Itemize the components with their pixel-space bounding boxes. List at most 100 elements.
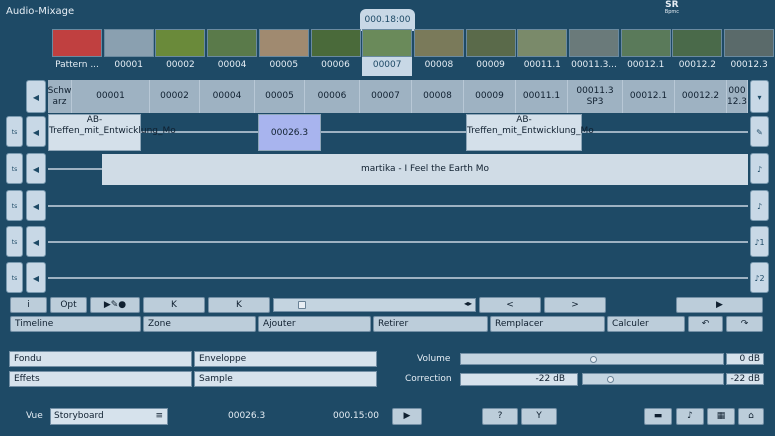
thumbnail-image <box>258 29 309 57</box>
thumbnail-label: 00012.3 <box>730 60 768 70</box>
retirer-button[interactable]: Retirer <box>373 316 488 332</box>
storyboard-cell[interactable]: 00002 <box>150 80 200 113</box>
thumbnail[interactable]: 00012.2 <box>672 29 723 76</box>
effets-button[interactable]: Effets <box>9 371 192 387</box>
audio-icon[interactable]: ♪ <box>676 408 704 425</box>
tool-button[interactable]: Y <box>521 408 557 425</box>
remplacer-button[interactable]: Remplacer <box>490 316 605 332</box>
thumbnail-image <box>362 29 413 57</box>
volume-slider[interactable] <box>460 353 724 365</box>
track-side-button[interactable]: ✎ <box>750 116 769 147</box>
step-right-button[interactable]: > <box>544 297 606 313</box>
correction-left-value: -22 dB <box>460 373 578 386</box>
storyboard-cell[interactable]: 00005 <box>255 80 305 113</box>
thumbnail[interactable]: 00001 <box>103 29 154 76</box>
speaker-icon[interactable]: ◀ <box>26 153 46 184</box>
track-lock-button[interactable]: ts <box>6 190 23 221</box>
opt-button[interactable]: Opt <box>50 297 87 313</box>
storyboard-cell[interactable]: 000 12.3 <box>727 80 748 113</box>
thumbnail[interactable]: 00004 <box>207 29 258 76</box>
thumbnail-image <box>569 29 619 57</box>
play-record-button[interactable]: ▶✎● <box>90 297 140 313</box>
step-left-button[interactable]: < <box>479 297 541 313</box>
storyboard-cell[interactable]: 00004 <box>200 80 255 113</box>
undo-button[interactable]: ↶ <box>688 316 723 332</box>
track-lock-button[interactable]: ts <box>6 226 23 257</box>
storyboard-cell[interactable]: 00008 <box>412 80 464 113</box>
prev-cut-button[interactable]: K <box>143 297 205 313</box>
position-slider[interactable]: ◂▸ <box>273 298 476 312</box>
info-button[interactable]: i <box>10 297 47 313</box>
thumbnail-image <box>207 29 258 57</box>
sample-button[interactable]: Sample <box>194 371 377 387</box>
track-line <box>48 241 748 243</box>
storyboard-cell[interactable]: 00012.2 <box>675 80 727 113</box>
storyboard-cell[interactable]: 00001 <box>72 80 150 113</box>
thumbnail-label: 00011.3... <box>571 60 617 70</box>
enveloppe-button[interactable]: Enveloppe <box>194 351 377 367</box>
music-clip[interactable]: martika - I Feel the Earth Mo <box>102 154 748 185</box>
correction-knob[interactable] <box>606 376 614 383</box>
speaker-icon[interactable]: ◀ <box>26 226 46 257</box>
thumbnail-strip: Pattern ... 00001 00002 00004 00005 00006 0000… <box>0 29 775 76</box>
next-cut-button[interactable]: K <box>208 297 270 313</box>
thumbnail[interactable]: 00007 <box>362 29 413 76</box>
video-icon[interactable]: ▬ <box>644 408 672 425</box>
film-icon[interactable]: ▦ <box>707 408 735 425</box>
storyboard-cell[interactable]: 00011.3 SP3 <box>568 80 623 113</box>
volume-knob[interactable] <box>590 356 597 363</box>
storyboard-cell[interactable]: 00011.1 <box>516 80 568 113</box>
timeline-button[interactable]: Timeline <box>10 316 141 332</box>
thumbnail-image <box>413 29 464 57</box>
thumbnail-image <box>103 29 154 57</box>
thumbnail[interactable]: 00011.3... <box>569 29 619 76</box>
thumbnail[interactable]: 00012.3 <box>724 29 775 76</box>
play-button[interactable]: ▶ <box>676 297 763 313</box>
track-side-button[interactable]: ♪2 <box>750 262 769 293</box>
track-side-button[interactable]: ♪ <box>750 190 769 221</box>
position-knob[interactable] <box>298 301 306 309</box>
thumbnail[interactable]: 00006 <box>310 29 361 76</box>
thumbnail[interactable]: 00012.1 <box>620 29 671 76</box>
thumbnail-label: 00007 <box>372 60 402 70</box>
thumbnail[interactable]: 00011.1 <box>517 29 568 76</box>
thumbnail[interactable]: 00009 <box>465 29 516 76</box>
speaker-icon[interactable]: ◀ <box>26 80 46 113</box>
zone-button[interactable]: Zone <box>143 316 256 332</box>
track-line <box>48 205 748 207</box>
thumbnail[interactable]: 00002 <box>155 29 206 76</box>
vue-select[interactable]: Storyboard ≡ <box>50 408 168 425</box>
clip-name: 00026.3 <box>228 411 266 421</box>
fondu-button[interactable]: Fondu <box>9 351 192 367</box>
storyboard-cell[interactable]: Schw arz <box>48 80 72 113</box>
thumbnail[interactable]: 00005 <box>258 29 309 76</box>
help-button[interactable]: ? <box>482 408 518 425</box>
track-side-button[interactable]: ♪ <box>750 153 769 184</box>
speaker-icon[interactable]: ◀ <box>26 262 46 293</box>
storyboard-cell[interactable]: 00007 <box>360 80 412 113</box>
thumbnail-label: 00012.1 <box>627 60 665 70</box>
thumbnail-image <box>465 29 516 57</box>
correction-slider[interactable] <box>582 373 724 385</box>
audio-clip-2[interactable]: 00026.3 <box>258 114 321 151</box>
storyboard-cell[interactable]: 00012.1 <box>623 80 675 113</box>
calculer-button[interactable]: Calculer <box>607 316 685 332</box>
track-lock-button[interactable]: ts <box>6 116 23 147</box>
speaker-icon[interactable]: ◀ <box>26 116 46 147</box>
chevron-down-icon[interactable]: ▾ <box>750 80 769 113</box>
redo-button[interactable]: ↷ <box>726 316 763 332</box>
footer-play-button[interactable]: ▶ <box>392 408 422 425</box>
thumbnail[interactable]: 00008 <box>413 29 464 76</box>
speaker-icon[interactable]: ◀ <box>26 190 46 221</box>
audio-clip-3[interactable]: AB-Treffen_mit_Entwicklung_Mo <box>466 114 594 151</box>
home-button[interactable]: ⌂ <box>738 408 764 425</box>
track-lock-button[interactable]: ts <box>6 153 23 184</box>
thumbnail-label: 00004 <box>217 60 247 70</box>
thumbnail[interactable]: Pattern ... <box>52 29 102 76</box>
track-side-button[interactable]: ♪1 <box>750 226 769 257</box>
track-lock-button[interactable]: ts <box>6 262 23 293</box>
storyboard-cell[interactable]: 00009 <box>464 80 516 113</box>
storyboard-cell[interactable]: 00006 <box>305 80 360 113</box>
ajouter-button[interactable]: Ajouter <box>258 316 371 332</box>
audio-clip-1[interactable]: AB-Treffen_mit_Entwicklung_Mo <box>48 114 176 151</box>
